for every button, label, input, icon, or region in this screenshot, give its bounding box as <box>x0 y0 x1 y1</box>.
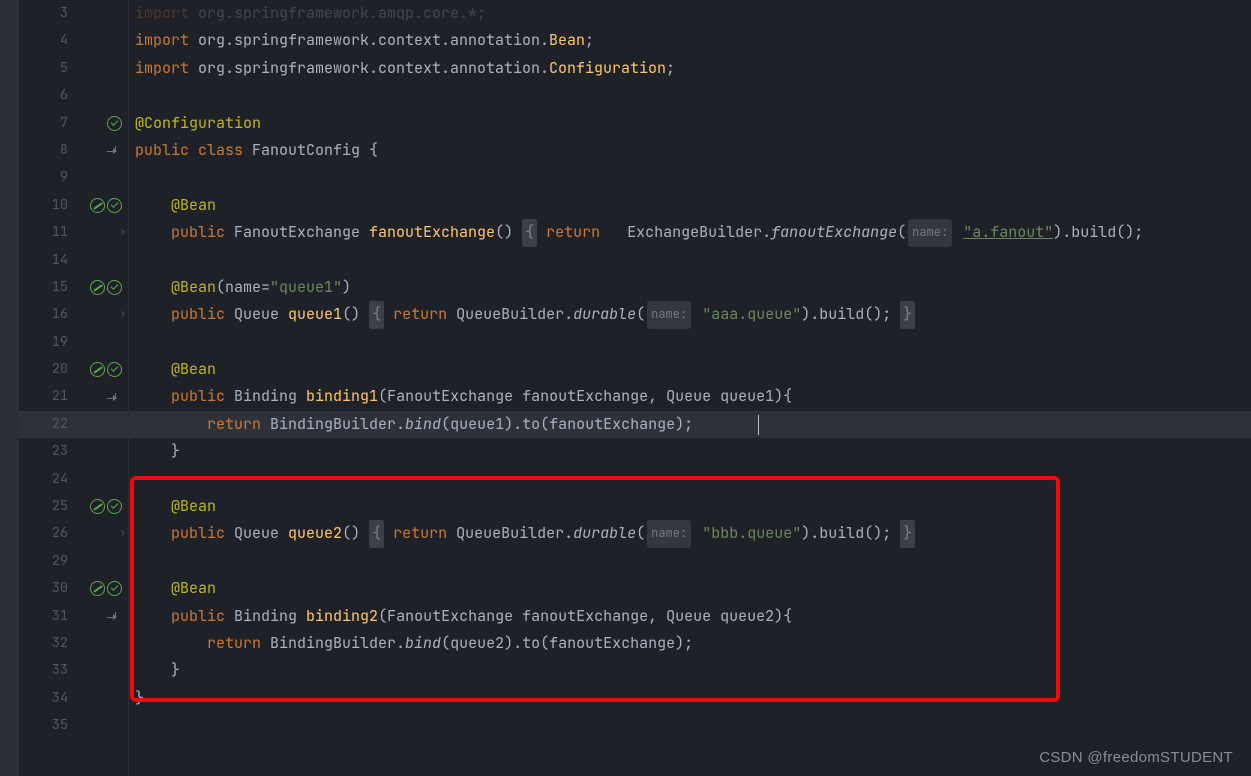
gutter-line[interactable]: 7 <box>19 110 128 137</box>
editor: 3 4 5 6 7 8 9 10 11› 14 15 16› 19 20 21 … <box>0 0 1251 776</box>
code-line[interactable]: import org.springframework.context.annot… <box>129 55 1251 82</box>
gutter-line[interactable]: 33 <box>19 657 128 684</box>
gutter-line[interactable]: 20 <box>19 356 128 383</box>
navigate-icon[interactable] <box>107 390 122 405</box>
gutter-line[interactable]: 8 <box>19 137 128 164</box>
navigate-icon[interactable] <box>107 143 122 158</box>
bean-icon[interactable] <box>107 198 122 213</box>
param-hint: name: <box>908 219 952 246</box>
code-line[interactable] <box>129 164 1251 191</box>
code-line[interactable] <box>129 247 1251 274</box>
code-line[interactable] <box>129 548 1251 575</box>
gutter-line[interactable]: 16› <box>19 301 128 328</box>
bean-icon[interactable] <box>107 280 122 295</box>
gutter-line[interactable]: 6 <box>19 82 128 109</box>
gutter-line[interactable]: 30 <box>19 575 128 602</box>
code-line-current[interactable]: 💡 return BindingBuilder.bind(queue1).to(… <box>129 411 1251 438</box>
code-line[interactable]: return BindingBuilder.bind(queue2).to(fa… <box>129 630 1251 657</box>
gutter-line[interactable]: 23 <box>19 438 128 465</box>
gutter-line[interactable]: 31 <box>19 603 128 630</box>
gutter-line[interactable]: 15 <box>19 274 128 301</box>
bean-icon[interactable] <box>107 581 122 596</box>
fold-indicator[interactable]: › <box>119 520 126 547</box>
csdn-watermark: CSDN @freedomSTUDENT <box>1039 749 1233 766</box>
bean-icon[interactable] <box>90 581 105 596</box>
code-line[interactable]: public class FanoutConfig { <box>129 137 1251 164</box>
bean-icon[interactable] <box>107 116 122 131</box>
gutter-line[interactable]: 22 <box>19 411 128 438</box>
gutter-line[interactable]: 19 <box>19 329 128 356</box>
code-line[interactable] <box>129 712 1251 739</box>
code-line[interactable]: public FanoutExchange fanoutExchange() {… <box>129 219 1251 246</box>
code-line[interactable]: } <box>129 438 1251 465</box>
code-line[interactable] <box>129 329 1251 356</box>
code-line[interactable]: public Queue queue2() { return QueueBuil… <box>129 520 1251 547</box>
gutter-line[interactable]: 3 <box>19 0 128 27</box>
bean-icon[interactable] <box>90 362 105 377</box>
code-line[interactable]: @Bean <box>129 575 1251 602</box>
bean-icon[interactable] <box>107 499 122 514</box>
code-editor[interactable]: import org.springframework.amqp.core.*; … <box>129 0 1251 776</box>
fold-indicator[interactable]: › <box>119 301 126 328</box>
gutter-line[interactable]: 29 <box>19 548 128 575</box>
code-line[interactable]: public Binding binding1(FanoutExchange f… <box>129 383 1251 410</box>
bean-icon[interactable] <box>90 280 105 295</box>
code-line[interactable] <box>129 466 1251 493</box>
gutter-line[interactable]: 5 <box>19 55 128 82</box>
gutter-line[interactable]: 34 <box>19 685 128 712</box>
code-line[interactable]: @Bean <box>129 356 1251 383</box>
param-hint: name: <box>647 301 691 328</box>
bean-icon[interactable] <box>90 198 105 213</box>
code-line[interactable]: } <box>129 657 1251 684</box>
param-hint: name: <box>647 520 691 547</box>
code-line[interactable]: @Bean <box>129 493 1251 520</box>
code-line[interactable]: @Configuration <box>129 110 1251 137</box>
code-line[interactable]: import org.springframework.context.annot… <box>129 27 1251 54</box>
gutter-line[interactable]: 24 <box>19 466 128 493</box>
gutter-line[interactable]: 14 <box>19 247 128 274</box>
bean-icon[interactable] <box>90 499 105 514</box>
project-tool-strip[interactable] <box>0 0 19 776</box>
bean-icon[interactable] <box>107 362 122 377</box>
gutter-line[interactable]: 10 <box>19 192 128 219</box>
gutter-line[interactable]: 9 <box>19 164 128 191</box>
gutter-line[interactable]: 25 <box>19 493 128 520</box>
code-line[interactable] <box>129 82 1251 109</box>
text-caret <box>758 415 759 435</box>
fold-indicator[interactable]: › <box>119 219 126 246</box>
code-line[interactable]: } <box>129 685 1251 712</box>
gutter-line[interactable]: 35 <box>19 712 128 739</box>
code-line[interactable]: import org.springframework.amqp.core.*; <box>129 0 1251 27</box>
gutter-line[interactable]: 4 <box>19 27 128 54</box>
code-line[interactable]: public Binding binding2(FanoutExchange f… <box>129 603 1251 630</box>
code-line[interactable]: @Bean(name="queue1") <box>129 274 1251 301</box>
code-line[interactable]: @Bean <box>129 192 1251 219</box>
gutter-line[interactable]: 21 <box>19 383 128 410</box>
gutter: 3 4 5 6 7 8 9 10 11› 14 15 16› 19 20 21 … <box>19 0 129 776</box>
gutter-line[interactable]: 26› <box>19 520 128 547</box>
navigate-icon[interactable] <box>107 609 122 624</box>
code-line[interactable]: public Queue queue1() { return QueueBuil… <box>129 301 1251 328</box>
gutter-line[interactable]: 11› <box>19 219 128 246</box>
gutter-line[interactable]: 32 <box>19 630 128 657</box>
